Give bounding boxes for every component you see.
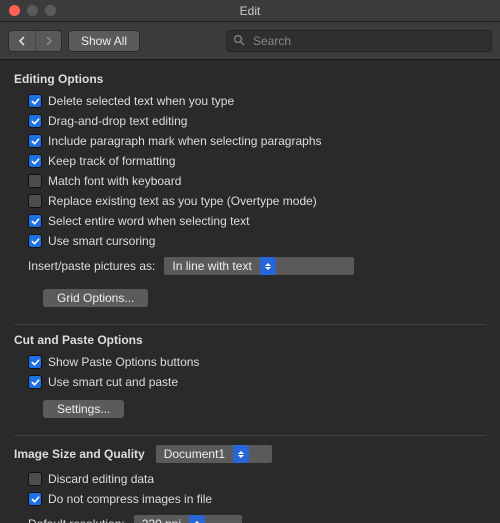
chevron-updown-icon <box>260 257 276 275</box>
insert-pictures-label: Insert/paste pictures as: <box>28 259 155 273</box>
search-field-wrap <box>226 30 492 52</box>
checkbox[interactable] <box>28 154 42 168</box>
section-title: Cut and Paste Options <box>14 333 486 347</box>
checkbox[interactable] <box>28 214 42 228</box>
checkbox[interactable] <box>28 492 42 506</box>
nav-segment <box>8 30 62 52</box>
settings-button[interactable]: Settings... <box>42 399 125 419</box>
checkbox-label: Do not compress images in file <box>48 492 212 506</box>
grid-options-button[interactable]: Grid Options... <box>42 288 149 308</box>
checkbox[interactable] <box>28 134 42 148</box>
back-button[interactable] <box>9 31 35 51</box>
section-title: Image Size and Quality <box>14 447 145 461</box>
checkbox[interactable] <box>28 355 42 369</box>
search-icon <box>233 34 245 49</box>
insert-pictures-select[interactable]: In line with text <box>163 256 355 276</box>
checkbox-row: Select entire word when selecting text <box>28 212 486 230</box>
checkbox-label: Discard editing data <box>48 472 154 486</box>
chevron-left-icon <box>18 36 26 46</box>
divider <box>14 324 486 325</box>
checkbox-row: Drag-and-drop text editing <box>28 112 486 130</box>
default-resolution-row: Default resolution: 220 ppi <box>28 514 486 523</box>
document-select[interactable]: Document1 <box>155 444 273 464</box>
select-value: In line with text <box>172 259 251 273</box>
checkbox-label: Use smart cut and paste <box>48 375 178 389</box>
checkbox-row: Replace existing text as you type (Overt… <box>28 192 486 210</box>
checkbox-label: Show Paste Options buttons <box>48 355 199 369</box>
checkbox[interactable] <box>28 94 42 108</box>
checkbox[interactable] <box>28 114 42 128</box>
checkbox[interactable] <box>28 472 42 486</box>
section-title: Editing Options <box>14 72 486 86</box>
checkbox-label: Match font with keyboard <box>48 174 181 188</box>
checkbox-label: Delete selected text when you type <box>48 94 234 108</box>
checkbox-row: Do not compress images in file <box>28 490 486 508</box>
show-all-button[interactable]: Show All <box>68 30 140 52</box>
divider <box>14 435 486 436</box>
content-scroll[interactable]: Editing Options Delete selected text whe… <box>0 60 500 523</box>
checkbox-label: Keep track of formatting <box>48 154 175 168</box>
section-editing-options: Editing Options Delete selected text whe… <box>14 72 486 314</box>
section-cut-paste: Cut and Paste Options Show Paste Options… <box>14 333 486 425</box>
checkbox[interactable] <box>28 174 42 188</box>
checkbox-label: Select entire word when selecting text <box>48 214 249 228</box>
section-image-quality: Image Size and Quality Document1 Discard… <box>14 444 486 523</box>
window-title: Edit <box>0 4 500 18</box>
checkbox-label: Use smart cursoring <box>48 234 155 248</box>
checkbox-row: Match font with keyboard <box>28 172 486 190</box>
select-value: 220 ppi <box>142 517 181 523</box>
default-resolution-select[interactable]: 220 ppi <box>133 514 243 523</box>
search-input[interactable] <box>226 30 492 52</box>
checkbox-label: Drag-and-drop text editing <box>48 114 187 128</box>
titlebar: Edit <box>0 0 500 22</box>
checkbox-row: Use smart cursoring <box>28 232 486 250</box>
checkbox-row: Discard editing data <box>28 470 486 488</box>
checkbox-row: Use smart cut and paste <box>28 373 486 391</box>
checkbox-label: Replace existing text as you type (Overt… <box>48 194 317 208</box>
chevron-updown-icon <box>189 515 205 523</box>
chevron-right-icon <box>45 36 53 46</box>
select-value: Document1 <box>164 447 225 461</box>
checkbox-row: Keep track of formatting <box>28 152 486 170</box>
chevron-updown-icon <box>233 445 249 463</box>
checkbox[interactable] <box>28 234 42 248</box>
checkbox-row: Include paragraph mark when selecting pa… <box>28 132 486 150</box>
insert-pictures-row: Insert/paste pictures as: In line with t… <box>28 256 486 276</box>
forward-button[interactable] <box>35 31 61 51</box>
checkbox[interactable] <box>28 194 42 208</box>
checkbox[interactable] <box>28 375 42 389</box>
toolbar: Show All <box>0 22 500 60</box>
default-resolution-label: Default resolution: <box>28 517 125 523</box>
checkbox-row: Delete selected text when you type <box>28 92 486 110</box>
checkbox-row: Show Paste Options buttons <box>28 353 486 371</box>
checkbox-label: Include paragraph mark when selecting pa… <box>48 134 322 148</box>
